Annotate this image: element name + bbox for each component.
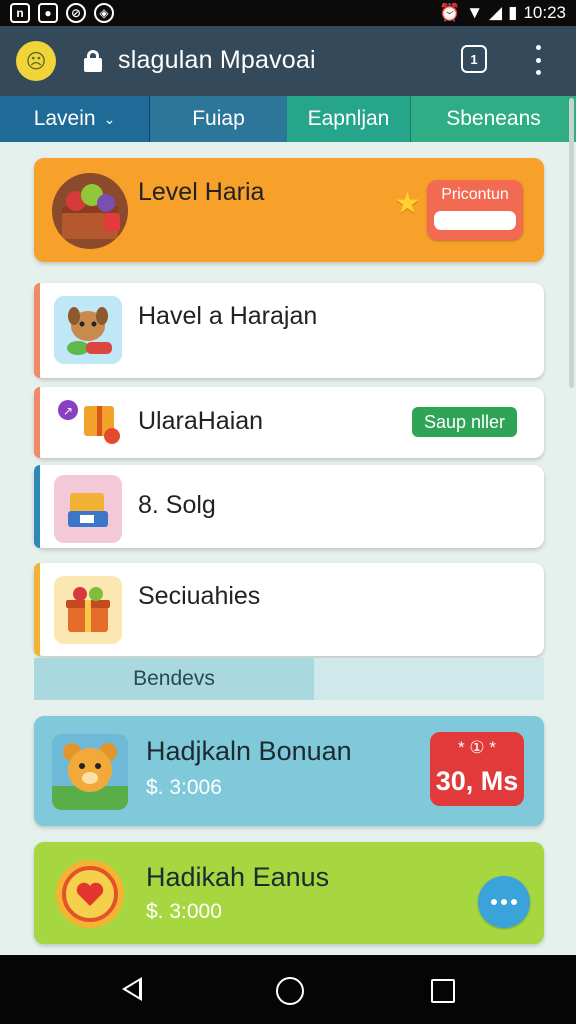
timer-badge[interactable]: * ① * 30, Ms [430,732,524,806]
tab-label: Eapnljan [307,107,390,130]
present-icon [54,576,122,644]
system-nav-bar [0,955,576,1024]
level-title: Level Haria [138,178,265,206]
heart-badge-icon [52,856,128,932]
tabs-icon[interactable]: 1 [461,45,487,73]
item-title: UlaraHaian [138,407,264,435]
item-title: 8. Solg [138,491,216,519]
card-accent [34,465,40,548]
status-bar: n ● ⊘ ◈ ⏰ ▼ ◢ ▮ 10:23 [0,0,576,26]
bonus-value: $. 3:000 [146,900,222,923]
link-icon: ⊘ [66,3,86,23]
notification-n-icon: n [10,3,30,23]
card-accent [34,387,40,458]
sale-badge[interactable]: Saup nller [412,407,518,437]
timer-icon: * ① * [458,738,496,757]
bonus-title: Hadikah Eanus [146,862,330,892]
promo-label: Pricontun [441,186,509,203]
status-right-icons: ⏰ ▼ ◢ ▮ 10:23 [439,2,566,24]
bonus-value: $. 3:006 [146,776,222,799]
timer-value: 30, Ms [435,766,519,796]
location-icon: ◈ [94,3,114,23]
item-title: Havel a Harajan [138,302,318,330]
section-title[interactable]: Bendevs [34,658,314,700]
bear-icon [52,734,128,810]
tab-sbeneans[interactable]: Sbeneans [411,96,576,142]
list-item[interactable]: 8. Solg [34,465,544,548]
tab-bar: Lavein ⌄ Fuiap Eapnljan Sbeneans [0,96,576,142]
back-icon[interactable] [122,977,142,1001]
promo-button[interactable]: Pricontun [427,180,523,240]
tab-fuiap[interactable]: Fuiap [150,96,287,142]
tab-label: Lavein [33,107,96,130]
bonus-card[interactable]: Hadikah Eanus $. 3:000 [34,842,544,944]
bonus-title: Hadjkaln Bonuan [146,736,352,766]
battery-icon: ▮ [508,3,518,22]
box-icon [54,475,122,543]
chevron-down-icon: ⌄ [103,110,116,127]
gift-box-icon: ↗ [54,392,124,452]
more-vert-icon[interactable] [528,45,548,75]
gift-basket-icon [52,173,128,249]
status-time: 10:23 [523,3,566,22]
list-item[interactable]: Havel a Harajan [34,283,544,378]
tab-lavein[interactable]: Lavein ⌄ [0,96,150,142]
scrollbar[interactable] [569,98,574,388]
level-card[interactable]: Level Haria ★ Pricontun [34,158,544,262]
app-toolbar: ☹ slagulan Mpavoai 1 [0,26,576,96]
tab-label: Sbeneans [446,107,541,130]
image-icon: ● [38,3,58,23]
promo-bar [434,211,516,230]
svg-text:↗: ↗ [63,404,73,418]
chat-icon[interactable] [478,876,530,928]
alarm-icon: ⏰ [439,3,461,22]
item-title: Seciuahies [138,582,261,610]
bonus-card[interactable]: Hadjkaln Bonuan $. 3:006 * ① * 30, Ms [34,716,544,826]
recents-icon[interactable] [431,979,455,1003]
list-item[interactable]: ↗ UlaraHaian Saup nller [34,387,544,458]
card-accent [34,283,40,378]
star-icon: ★ [394,187,421,220]
tab-label: Fuiap [192,107,245,130]
list-item[interactable]: Seciuahies [34,563,544,656]
page-title[interactable]: slagulan Mpavoai [118,46,316,75]
status-left-icons: n ● ⊘ ◈ [10,3,114,23]
lock-icon [84,50,102,72]
avatar-icon[interactable]: ☹ [16,41,56,81]
tab-eapnljan[interactable]: Eapnljan [287,96,411,142]
section-header: Bendevs [34,658,544,700]
signal-icon: ◢ [489,3,503,22]
wifi-icon: ▼ [466,3,484,22]
dog-icon [54,296,122,364]
card-accent [34,563,40,656]
home-icon[interactable] [276,977,304,1005]
